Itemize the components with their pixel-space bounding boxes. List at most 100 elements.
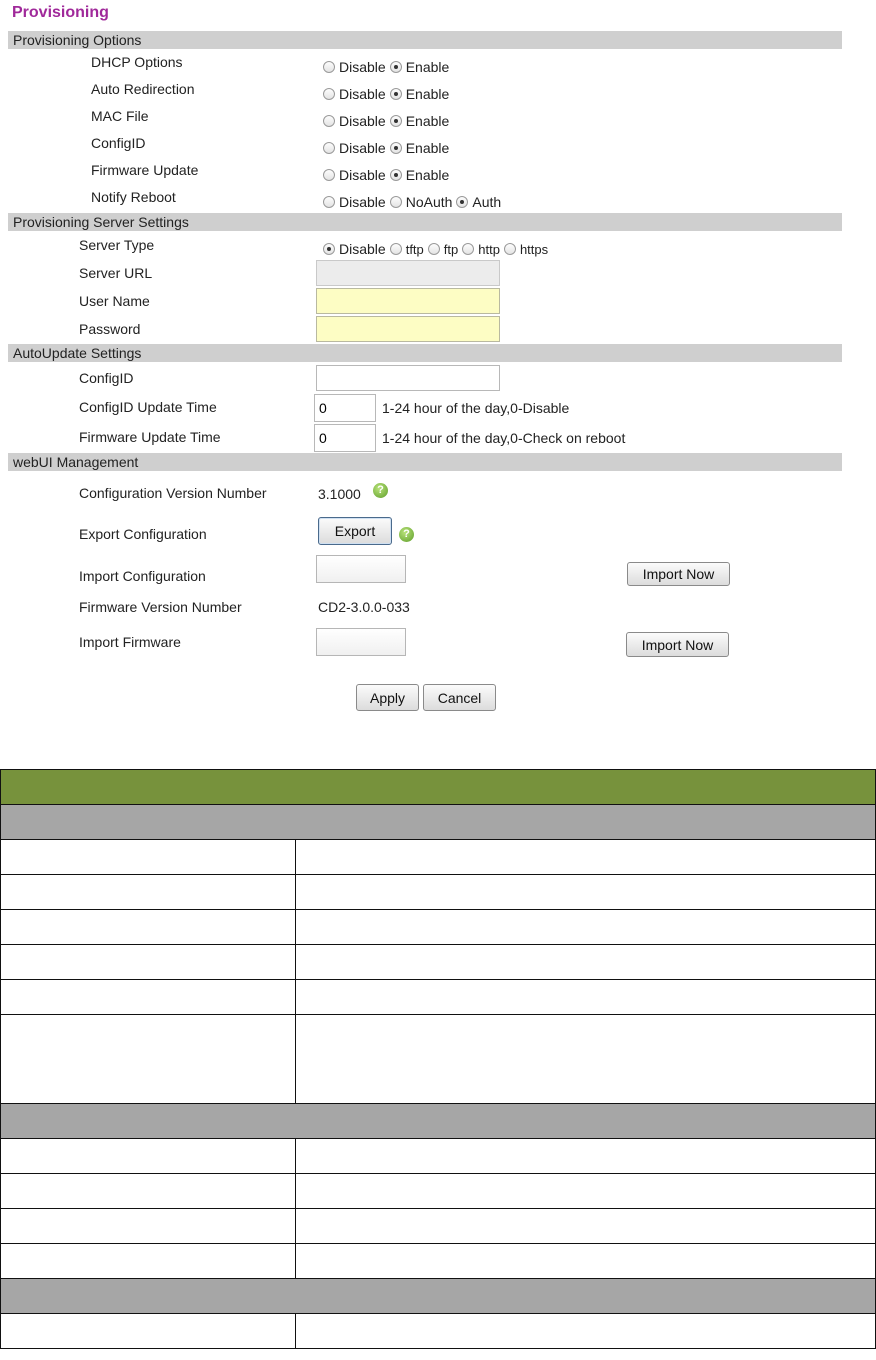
radio-server-https[interactable]: https	[503, 242, 548, 257]
radio-circle[interactable]	[323, 169, 335, 181]
table-section-row	[0, 1278, 876, 1314]
radio-server-tftp[interactable]: tftp	[389, 242, 424, 257]
table-row	[0, 1014, 876, 1104]
configid-input[interactable]	[316, 365, 500, 391]
radio-circle[interactable]	[389, 196, 402, 208]
radio-dhcp-disable[interactable]: Disable	[323, 59, 386, 75]
section-provisioning-options: Provisioning Options	[8, 31, 842, 49]
table-cell	[295, 979, 876, 1015]
radio-notify-disable[interactable]: Disable	[323, 194, 386, 210]
radio-circle[interactable]	[503, 243, 516, 255]
radio-fwupdate-enable[interactable]: Enable	[389, 167, 449, 183]
label-configid-update-time: ConfigID Update Time	[79, 399, 217, 415]
radio-configid-disable[interactable]: Disable	[323, 140, 386, 156]
radio-circle[interactable]	[389, 88, 402, 100]
radio-circle[interactable]	[456, 196, 469, 208]
radio-group-mac-file: Disable Enable	[323, 113, 453, 129]
radio-redirect-disable[interactable]: Disable	[323, 86, 386, 102]
radio-dhcp-enable[interactable]: Enable	[389, 59, 449, 75]
radio-circle[interactable]	[389, 61, 402, 73]
help-question-icon[interactable]: ?	[373, 483, 388, 498]
table-row	[0, 1243, 876, 1279]
table-cell	[0, 874, 296, 910]
radio-group-dhcp-options: Disable Enable	[323, 59, 453, 75]
apply-button[interactable]: Apply	[356, 684, 419, 711]
radio-circle[interactable]	[323, 88, 335, 100]
label-user-name: User Name	[79, 293, 150, 309]
label-notify-reboot: Notify Reboot	[91, 189, 176, 205]
server-url-input[interactable]	[316, 260, 500, 286]
radio-redirect-enable[interactable]: Enable	[389, 86, 449, 102]
table-header	[0, 769, 876, 805]
radio-circle[interactable]	[389, 115, 402, 127]
label-server-type: Server Type	[79, 237, 155, 253]
label-firmware-update-time: Firmware Update Time	[79, 429, 221, 445]
radio-circle[interactable]	[389, 169, 402, 181]
import-config-now-button[interactable]: Import Now	[627, 562, 730, 586]
table-section-cell	[0, 1278, 876, 1314]
radio-server-disable[interactable]: Disable	[323, 241, 386, 257]
configid-update-time-input[interactable]	[314, 394, 376, 422]
table-cell	[295, 1243, 876, 1279]
table-section-cell	[0, 1103, 876, 1139]
export-button[interactable]: Export	[318, 517, 392, 545]
label-config-version: Configuration Version Number	[79, 485, 267, 501]
radio-circle[interactable]	[323, 142, 335, 154]
import-firmware-now-button[interactable]: Import Now	[626, 632, 729, 657]
radio-server-http[interactable]: http	[462, 242, 500, 257]
label-dhcp-options: DHCP Options	[91, 54, 183, 70]
radio-fwupdate-disable[interactable]: Disable	[323, 167, 386, 183]
table-row	[0, 874, 876, 910]
table-row	[0, 909, 876, 945]
firmware-update-time-input[interactable]	[314, 424, 376, 452]
table-row	[0, 1173, 876, 1209]
help-question-icon[interactable]: ?	[399, 527, 414, 542]
firmware-time-hint: 1-24 hour of the day,0-Check on reboot	[382, 430, 626, 446]
radio-circle[interactable]	[323, 61, 335, 73]
table-cell	[0, 944, 296, 980]
radio-circle[interactable]	[462, 243, 475, 255]
import-firmware-file-input[interactable]	[316, 628, 406, 656]
section-autoupdate-settings: AutoUpdate Settings	[8, 344, 842, 362]
table-cell	[295, 839, 876, 875]
radio-configid-enable[interactable]: Enable	[389, 140, 449, 156]
cancel-button[interactable]: Cancel	[423, 684, 496, 711]
label-autoupdate-configid: ConfigID	[79, 370, 134, 386]
table-row	[0, 979, 876, 1015]
config-version-value: 3.1000	[318, 486, 361, 502]
label-firmware-update: Firmware Update	[91, 162, 199, 178]
radio-server-ftp[interactable]: ftp	[427, 242, 458, 257]
radio-notify-auth[interactable]: Auth	[456, 194, 501, 210]
table-cell	[0, 909, 296, 945]
label-export-configuration: Export Configuration	[79, 526, 207, 542]
label-auto-redirection: Auto Redirection	[91, 81, 195, 97]
radio-circle[interactable]	[389, 142, 402, 154]
import-config-file-input[interactable]	[316, 555, 406, 583]
table-cell	[0, 1014, 296, 1104]
user-name-input[interactable]	[316, 288, 500, 314]
radio-circle[interactable]	[323, 243, 335, 255]
table-cell	[295, 1208, 876, 1244]
radio-notify-noauth[interactable]: NoAuth	[389, 194, 452, 210]
section-provisioning-server-settings: Provisioning Server Settings	[8, 213, 842, 231]
radio-mac-disable[interactable]: Disable	[323, 113, 386, 129]
radio-circle[interactable]	[323, 196, 335, 208]
label-configid: ConfigID	[91, 135, 146, 151]
table-section-cell	[0, 804, 876, 840]
table-cell	[0, 1138, 296, 1174]
table-row	[0, 839, 876, 875]
table-cell	[0, 1208, 296, 1244]
configid-time-hint: 1-24 hour of the day,0-Disable	[382, 400, 570, 416]
table-section-row	[0, 1103, 876, 1139]
radio-circle[interactable]	[427, 243, 440, 255]
page-title: Provisioning	[12, 4, 109, 21]
table-row	[0, 1138, 876, 1174]
table-cell	[295, 1138, 876, 1174]
radio-circle[interactable]	[323, 115, 335, 127]
password-input[interactable]	[316, 316, 500, 342]
label-password: Password	[79, 321, 141, 337]
radio-group-server-type: Disable tftp ftp http https	[323, 241, 552, 257]
label-mac-file: MAC File	[91, 108, 149, 124]
radio-mac-enable[interactable]: Enable	[389, 113, 449, 129]
radio-circle[interactable]	[389, 243, 402, 255]
